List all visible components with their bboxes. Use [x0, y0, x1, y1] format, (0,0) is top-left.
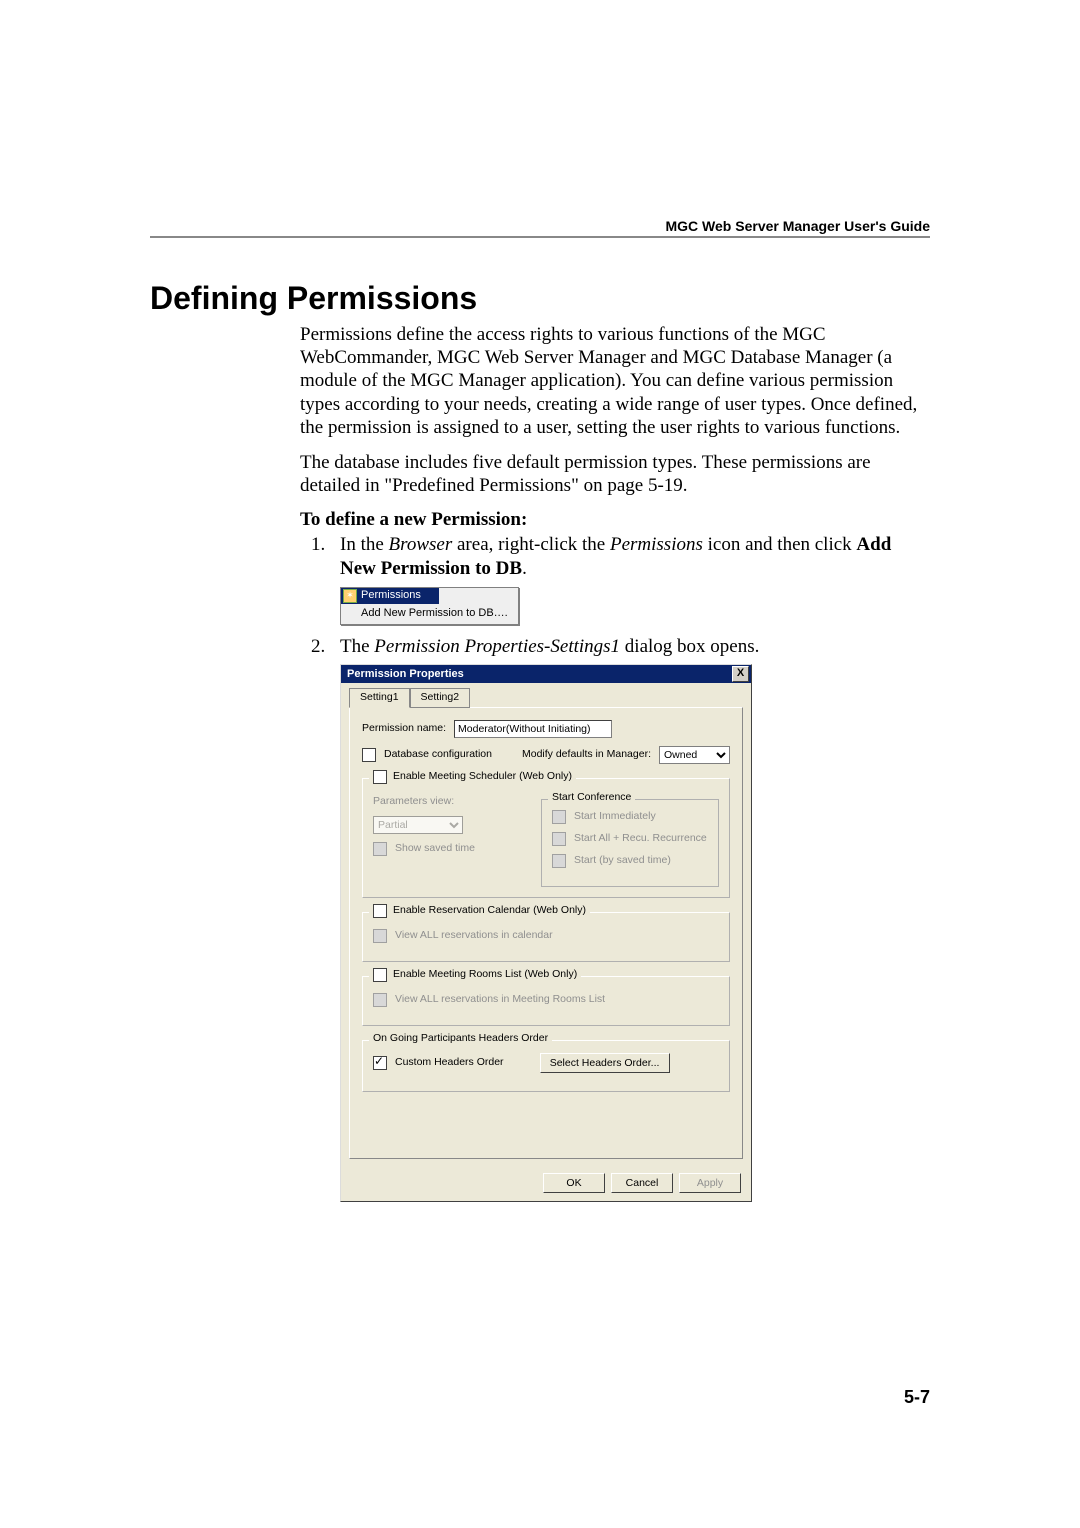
- view-all-rooms-checkbox: [373, 993, 387, 1007]
- start-by-saved-time-label: Start (by saved time): [574, 854, 671, 867]
- start-immediately-label: Start Immediately: [574, 810, 656, 823]
- header-divider: [150, 236, 930, 238]
- cancel-button[interactable]: Cancel: [611, 1173, 673, 1193]
- permission-name-input[interactable]: [454, 720, 612, 738]
- parameters-view-label: Parameters view:: [373, 795, 454, 808]
- modify-defaults-label: Modify defaults in Manager:: [522, 748, 651, 761]
- headers-order-legend: On Going Participants Headers Order: [373, 1032, 548, 1045]
- database-configuration-label: Database configuration: [384, 748, 492, 761]
- custom-headers-order-checkbox[interactable]: [373, 1056, 387, 1070]
- dialog-title: Permission Properties: [347, 668, 464, 682]
- start-all-recurrence-label: Start All + Recu. Recurrence: [574, 832, 707, 845]
- ok-button[interactable]: OK: [543, 1173, 605, 1193]
- step-1-text-a: In the: [340, 534, 389, 555]
- context-menu-permissions-label: Permissions: [361, 589, 421, 603]
- step-1-permissions: Permissions: [610, 534, 703, 555]
- enable-meeting-rooms-checkbox[interactable]: [373, 968, 387, 982]
- apply-button[interactable]: Apply: [679, 1173, 741, 1193]
- step-2-text-b: dialog box opens.: [620, 636, 759, 657]
- tab-setting1[interactable]: Setting1: [349, 688, 410, 707]
- group-enable-reservation-calendar: Enable Reservation Calendar (Web Only) V…: [362, 912, 730, 962]
- page-title: Defining Permissions: [150, 280, 930, 317]
- context-menu-permissions-node[interactable]: ✶ Permissions: [341, 588, 439, 604]
- context-menu-screenshot: ✶ Permissions Add New Permission to DB….: [340, 587, 519, 625]
- group-headers-order: On Going Participants Headers Order Cust…: [362, 1040, 730, 1092]
- show-saved-time-label: Show saved time: [395, 842, 475, 855]
- dialog-close-button[interactable]: X: [732, 666, 749, 682]
- paragraph-intro-2: The database includes five default permi…: [300, 451, 930, 497]
- step-1-text-c: icon and then click: [703, 534, 857, 555]
- step-1-browser: Browser: [389, 534, 453, 555]
- enable-meeting-scheduler-label: Enable Meeting Scheduler (Web Only): [393, 770, 572, 783]
- step-1-text-b: area, right-click the: [452, 534, 610, 555]
- start-by-saved-time-checkbox: [552, 854, 566, 868]
- custom-headers-order-label: Custom Headers Order: [395, 1056, 504, 1069]
- permission-properties-dialog: Permission Properties X Setting1 Setting…: [340, 664, 752, 1201]
- enable-meeting-rooms-label: Enable Meeting Rooms List (Web Only): [393, 968, 577, 981]
- enable-reservation-calendar-label: Enable Reservation Calendar (Web Only): [393, 904, 586, 917]
- subhead-define-permission: To define a new Permission:: [300, 509, 930, 531]
- tab-setting2-label: Setting2: [421, 691, 460, 703]
- step-1: In the Browser area, right-click the Per…: [330, 533, 930, 625]
- view-all-rooms-label: View ALL reservations in Meeting Rooms L…: [395, 993, 605, 1006]
- step-1-dot: .: [522, 558, 527, 579]
- step-2: The Permission Properties-Settings1 dial…: [330, 635, 930, 1202]
- start-all-recurrence-checkbox: [552, 832, 566, 846]
- step-2-dialog-name: Permission Properties-Settings1: [374, 636, 620, 657]
- database-configuration-checkbox[interactable]: [362, 748, 376, 762]
- tab-setting2[interactable]: Setting2: [410, 688, 471, 707]
- modify-defaults-select[interactable]: Owned: [659, 746, 730, 764]
- context-menu-add-permission[interactable]: Add New Permission to DB….: [341, 604, 518, 624]
- enable-meeting-scheduler-checkbox[interactable]: [373, 770, 387, 784]
- start-immediately-checkbox: [552, 810, 566, 824]
- parameters-view-select: Partial: [373, 816, 463, 834]
- permission-name-label: Permission name:: [362, 722, 446, 735]
- running-head: MGC Web Server Manager User's Guide: [666, 218, 931, 234]
- view-all-calendar-label: View ALL reservations in calendar: [395, 929, 553, 942]
- start-conference-legend: Start Conference: [552, 791, 631, 804]
- show-saved-time-checkbox: [373, 842, 387, 856]
- close-icon: X: [737, 667, 744, 679]
- view-all-calendar-checkbox: [373, 929, 387, 943]
- group-enable-meeting-rooms: Enable Meeting Rooms List (Web Only) Vie…: [362, 976, 730, 1026]
- permissions-icon: ✶: [343, 589, 357, 603]
- step-2-text-a: The: [340, 636, 374, 657]
- group-start-conference: Start Conference Start Immediately Start…: [541, 799, 719, 887]
- enable-reservation-calendar-checkbox[interactable]: [373, 904, 387, 918]
- page-number: 5-7: [904, 1387, 930, 1408]
- context-menu-add-permission-label: Add New Permission to DB….: [361, 607, 508, 621]
- paragraph-intro-1: Permissions define the access rights to …: [300, 323, 930, 439]
- select-headers-order-button[interactable]: Select Headers Order...: [540, 1053, 670, 1073]
- group-enable-meeting-scheduler: Enable Meeting Scheduler (Web Only) Para…: [362, 778, 730, 898]
- tab-setting1-label: Setting1: [360, 691, 399, 703]
